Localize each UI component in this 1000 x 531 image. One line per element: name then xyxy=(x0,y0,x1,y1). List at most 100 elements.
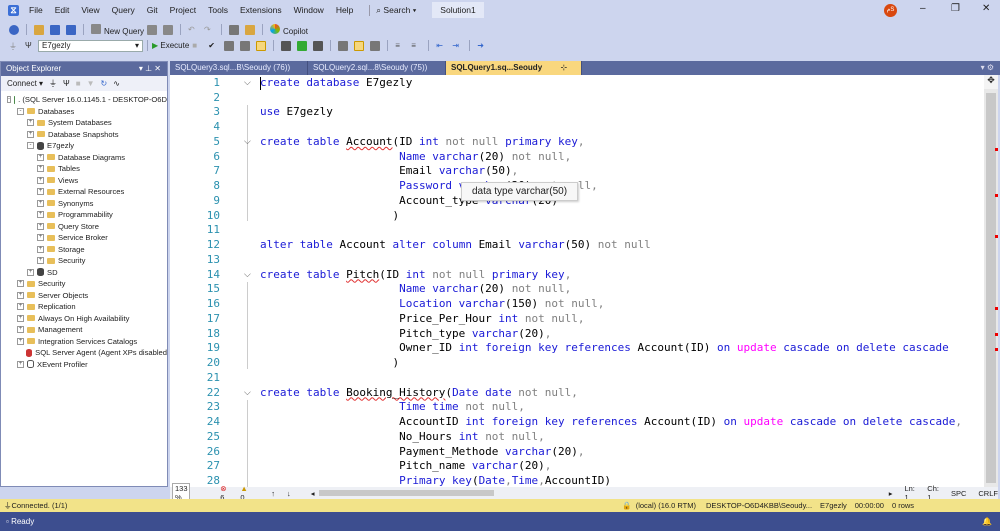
tree-node[interactable]: - Databases xyxy=(1,106,167,118)
tree-node[interactable]: + System Databases xyxy=(1,117,167,129)
live-stats-icon[interactable] xyxy=(297,40,308,51)
expand-icon[interactable]: + xyxy=(37,257,44,265)
execute-button[interactable]: ▶ Execute xyxy=(152,41,189,50)
actual-plan-icon[interactable] xyxy=(281,40,292,51)
indent-icon[interactable]: ⇥ xyxy=(452,41,462,51)
object-explorer-icon[interactable] xyxy=(245,24,256,35)
expand-icon[interactable]: + xyxy=(17,360,24,368)
tree-node[interactable]: + Always On High Availability xyxy=(1,313,167,325)
scroll-right-icon[interactable]: ▸ xyxy=(889,489,893,498)
change-connection-icon[interactable]: Ψ xyxy=(25,41,35,51)
copilot-button[interactable]: Copilot xyxy=(267,23,308,36)
code-editor[interactable]: 1 ⌵ create database E7gezly 2 3 use E7gezly 4 5… xyxy=(170,75,988,502)
tree-node[interactable]: + XEvent Profiler xyxy=(1,359,167,371)
parse-check-icon[interactable]: ✔ xyxy=(208,41,218,51)
tree-node[interactable]: + Views xyxy=(1,175,167,187)
tree-node[interactable]: + SD xyxy=(1,267,167,279)
menu-project[interactable]: Project xyxy=(170,5,196,15)
tree-node[interactable]: + Query Store xyxy=(1,221,167,233)
expand-icon[interactable]: + xyxy=(27,119,34,127)
redo-icon[interactable]: ↷ xyxy=(204,25,214,35)
results-grid-icon[interactable] xyxy=(354,40,365,51)
notifications-icon[interactable]: 🔔 xyxy=(982,512,992,531)
expand-icon[interactable]: + xyxy=(17,291,24,299)
db-query-icon[interactable] xyxy=(147,24,158,35)
horizontal-scrollbar[interactable] xyxy=(318,490,494,496)
tree-node[interactable]: SQL Server Agent (Agent XPs disabled xyxy=(1,347,167,359)
tab-sqlquery3[interactable]: SQLQuery3.sql...B\Seoudy (76)) xyxy=(170,61,308,75)
up-arrow-icon[interactable]: ↑ xyxy=(271,489,275,498)
outdent-icon[interactable]: ⇤ xyxy=(436,41,446,51)
menu-view[interactable]: View xyxy=(81,5,99,15)
fold-chevron-icon[interactable]: ⌵ xyxy=(244,269,251,280)
connect-icon[interactable]: ⏚ xyxy=(9,41,19,51)
intellisense-icon[interactable] xyxy=(256,40,267,51)
stop-icon[interactable]: ■ xyxy=(76,79,81,88)
refresh-icon[interactable]: ↻ xyxy=(101,79,108,88)
new-query-button[interactable]: New Query xyxy=(88,23,144,36)
client-stats-icon[interactable] xyxy=(313,40,324,51)
fold-chevron-icon[interactable]: ⌵ xyxy=(244,136,251,147)
tree-node[interactable]: + Synonyms xyxy=(1,198,167,210)
menu-extensions[interactable]: Extensions xyxy=(240,5,282,15)
expand-icon[interactable]: + xyxy=(37,211,44,219)
tree-node[interactable]: + Replication xyxy=(1,301,167,313)
tree-node[interactable]: + Security xyxy=(1,255,167,267)
menu-window[interactable]: Window xyxy=(294,5,324,15)
tree-node[interactable]: + Storage xyxy=(1,244,167,256)
comment-icon[interactable]: ≡ xyxy=(395,41,405,51)
tab-sqlquery1[interactable]: SQLQuery1.sq...Seoudy (74))⊹ ✕ xyxy=(446,61,582,86)
pin-icon[interactable]: ⊥ xyxy=(145,64,154,73)
down-arrow-icon[interactable]: ↓ xyxy=(287,489,291,498)
back-icon[interactable] xyxy=(9,24,19,35)
expand-icon[interactable]: + xyxy=(17,314,24,322)
expand-icon[interactable]: + xyxy=(17,337,24,345)
menu-edit[interactable]: Edit xyxy=(55,5,70,15)
save-all-icon[interactable] xyxy=(66,24,76,35)
tree-node[interactable]: + Security xyxy=(1,278,167,290)
save-icon[interactable] xyxy=(50,24,60,35)
vertical-scrollbar[interactable]: ✥ xyxy=(984,75,998,487)
menu-git[interactable]: Git xyxy=(147,5,158,15)
tree-node[interactable]: + External Resources xyxy=(1,186,167,198)
tree-node[interactable]: + Tables xyxy=(1,163,167,175)
menu-file[interactable]: File xyxy=(29,5,43,15)
pin-tab-icon[interactable]: ⊹ xyxy=(560,63,567,72)
tab-overflow-icon[interactable]: ▾ ⚙ xyxy=(981,63,994,72)
scroll-thumb[interactable] xyxy=(986,93,998,483)
tree-node[interactable]: + Management xyxy=(1,324,167,336)
expand-icon[interactable]: + xyxy=(37,153,44,161)
menu-help[interactable]: Help xyxy=(336,5,353,15)
expand-icon[interactable]: + xyxy=(17,280,24,288)
uncomment-icon[interactable]: ≡ xyxy=(411,41,421,51)
close-panel-icon[interactable]: ✕ xyxy=(154,64,161,73)
specify-values-icon[interactable]: ➜ xyxy=(477,41,487,51)
fold-chevron-icon[interactable]: ⌵ xyxy=(244,77,251,88)
expand-icon[interactable]: + xyxy=(17,303,24,311)
results-text-icon[interactable] xyxy=(338,40,349,51)
expand-icon[interactable]: + xyxy=(37,165,44,173)
connect-plug-icon[interactable]: ⏚ xyxy=(49,78,57,89)
open-folder-icon[interactable] xyxy=(34,24,44,35)
collapse-icon[interactable]: - xyxy=(17,107,24,115)
expand-icon[interactable]: + xyxy=(37,176,44,184)
tree-node[interactable]: + Database Diagrams xyxy=(1,152,167,164)
close-button[interactable]: ✕ xyxy=(982,3,990,14)
undo-icon[interactable]: ↶ xyxy=(188,25,198,35)
expand-icon[interactable]: + xyxy=(37,199,44,207)
expand-icon[interactable]: + xyxy=(27,130,34,138)
tree-node[interactable]: + Database Snapshots xyxy=(1,129,167,141)
filter-icon[interactable]: ▼ xyxy=(87,79,95,88)
tree-node[interactable]: + Server Objects xyxy=(1,290,167,302)
avatar[interactable]: مS xyxy=(884,4,897,17)
restore-button[interactable]: ❐ xyxy=(951,3,960,14)
collapse-icon[interactable]: - xyxy=(7,96,11,104)
expand-icon[interactable]: + xyxy=(17,326,24,334)
tree-node[interactable]: + Programmability xyxy=(1,209,167,221)
tree-node[interactable]: + Service Broker xyxy=(1,232,167,244)
menu-tools[interactable]: Tools xyxy=(208,5,228,15)
connect-button[interactable]: Connect ▾ xyxy=(7,79,43,88)
expand-icon[interactable]: + xyxy=(37,188,44,196)
expand-icon[interactable]: + xyxy=(27,268,34,276)
tab-sqlquery2[interactable]: SQLQuery2.sql...8\Seoudy (75)) xyxy=(308,61,446,75)
